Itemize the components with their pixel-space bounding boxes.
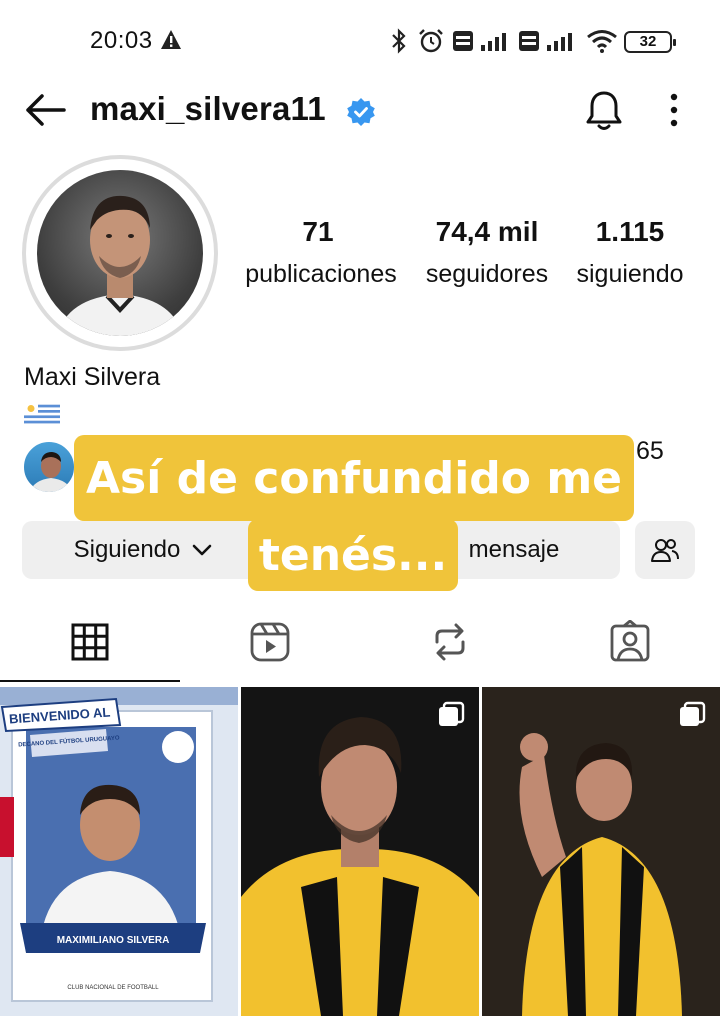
reels-icon[interactable] xyxy=(249,620,291,664)
add-people-icon xyxy=(651,539,679,562)
status-time: 20:03 xyxy=(90,27,153,54)
stat-posts-value: 71 xyxy=(302,216,334,247)
suggested-users-button[interactable] xyxy=(635,521,695,579)
tile1-name-text: MAXIMILIANO SILVERA xyxy=(57,935,170,946)
back-arrow-icon[interactable] xyxy=(22,90,66,130)
battery-icon: 32 xyxy=(624,31,676,53)
status-bar: 20:03 32 xyxy=(0,0,720,80)
more-vertical-icon[interactable] xyxy=(664,92,684,128)
volte-icon xyxy=(519,31,539,51)
stat-following-value: 1.115 xyxy=(595,216,665,247)
verified-badge-icon xyxy=(347,98,375,126)
post-tile-2[interactable] xyxy=(241,687,479,1016)
stat-following-label-wrap: siguiendo xyxy=(566,260,694,289)
volte-icon xyxy=(453,31,473,51)
stat-followers-label-wrap: seguidores xyxy=(410,260,564,289)
caption-overlay-line1: Así de confundido me xyxy=(74,435,634,521)
stat-following[interactable]: 1.115 xyxy=(566,216,694,248)
warning-icon xyxy=(161,30,181,49)
active-tab-indicator xyxy=(0,680,180,682)
reposts-icon[interactable] xyxy=(429,620,471,664)
stat-following-label: siguiendo xyxy=(576,260,684,288)
stat-followers-value: 74,4 mil xyxy=(435,216,539,247)
caption-overlay-line2: tenés... xyxy=(248,519,458,591)
tile1-footer-text: CLUB NACIONAL DE FOOTBALL xyxy=(67,985,159,991)
bell-icon[interactable] xyxy=(583,89,625,133)
message-button-label: mensaje xyxy=(468,536,560,563)
signal-icon xyxy=(547,33,572,51)
stat-posts[interactable]: 71 xyxy=(268,216,368,248)
post-tile-3[interactable] xyxy=(482,687,720,1016)
following-button-label: Siguiendo xyxy=(73,536,181,563)
grid-icon[interactable] xyxy=(69,620,111,664)
alarm-icon xyxy=(419,29,443,53)
stat-followers[interactable]: 74,4 mil xyxy=(416,216,558,248)
profile-username: maxi_silvera11 xyxy=(90,90,326,127)
bluetooth-icon xyxy=(392,28,406,54)
post-tile-1[interactable]: MAXIMILIANO SILVERA BIENVENIDO AL DECANO… xyxy=(0,687,238,1016)
stat-posts-label: publicaciones xyxy=(245,260,397,288)
uruguay-flag-icon xyxy=(24,402,60,426)
tagged-icon[interactable] xyxy=(609,620,651,664)
stat-followers-label: seguidores xyxy=(425,260,549,288)
stat-posts-label-wrap: publicaciones xyxy=(226,260,416,289)
multiple-photos-icon xyxy=(439,701,465,726)
following-button[interactable]: Siguiendo xyxy=(22,521,264,579)
followed-by-avatar[interactable] xyxy=(22,440,76,494)
multiple-photos-icon xyxy=(680,701,706,726)
wifi-icon xyxy=(587,30,617,53)
chevron-down-icon xyxy=(193,544,212,556)
display-name: Maxi Silvera xyxy=(24,363,161,391)
followed-by-count: 65 xyxy=(636,437,664,465)
signal-icon xyxy=(481,33,506,51)
profile-avatar[interactable] xyxy=(37,170,203,336)
